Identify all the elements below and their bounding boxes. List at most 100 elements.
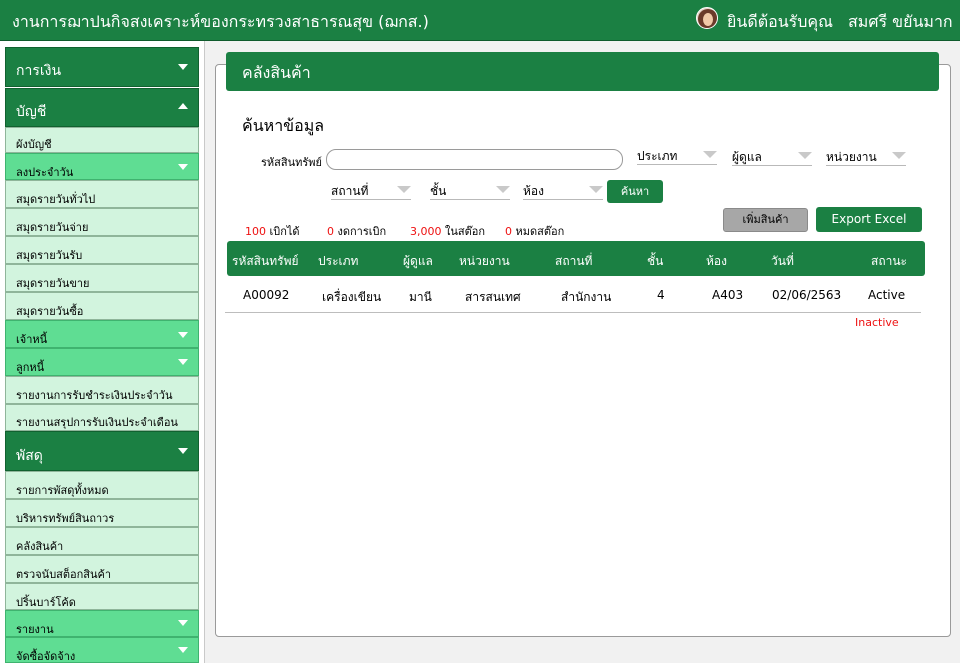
sidebar-item-warehouse[interactable]: คลังสินค้า	[5, 527, 199, 555]
sidebar-item-label: การเงิน	[16, 63, 62, 79]
cell-type: เครื่องเขียน	[322, 290, 382, 304]
dropdown-arrow-icon	[589, 186, 603, 193]
sidebar-item-label: พัสดุ	[16, 448, 43, 464]
sidebar-item-debtors[interactable]: ลูกหนี้	[5, 348, 199, 376]
unit-select-value: หน่วยงาน	[826, 150, 877, 164]
sidebar: การเงิน บัญชี ผังบัญชี ลงประจำวัน สมุดรา…	[0, 41, 205, 663]
sidebar-item-label: ตรวจนับสต็อกสินค้า	[16, 568, 112, 581]
stat-label: หมดสต๊อก	[515, 225, 565, 238]
unit-select[interactable]: หน่วยงาน	[826, 148, 906, 166]
sidebar-item-label: บริหารทรัพย์สินถาวร	[16, 512, 115, 525]
dropdown-arrow-icon	[798, 152, 812, 159]
stat-label: เบิกได้	[269, 225, 300, 238]
sidebar-item-durable-assets[interactable]: บริหารทรัพย์สินถาวร	[5, 499, 199, 527]
sidebar-item-label: รายงานการรับชำระเงินประจำวัน	[16, 389, 173, 402]
stat-suspended: 0 งดการเบิก	[327, 222, 386, 240]
status-option-inactive[interactable]: Inactive	[855, 316, 899, 329]
sidebar-item-daily-record[interactable]: ลงประจำวัน	[5, 153, 199, 180]
export-excel-button[interactable]: Export Excel	[816, 207, 922, 232]
sidebar-item-print-barcode[interactable]: ปริ้นบาร์โค้ด	[5, 583, 199, 610]
type-select-value: ประเภท	[637, 149, 678, 163]
sidebar-item-label: สมุดรายวันรับ	[16, 249, 83, 262]
sidebar-item-label: สมุดรายวันซื้อ	[16, 305, 84, 318]
sidebar-item-label: ผังบัญชี	[16, 138, 52, 151]
welcome-text: ยินดีต้อนรับคุณ	[727, 12, 833, 31]
chevron-down-icon	[178, 647, 188, 653]
sidebar-item-all-supplies[interactable]: รายการพัสดุทั้งหมด	[5, 471, 199, 499]
cell-custodian: มานี	[409, 290, 432, 304]
column-header[interactable]: วันที่	[771, 252, 794, 271]
stat-value: 0	[327, 225, 334, 238]
sidebar-item-stock-count[interactable]: ตรวจนับสต็อกสินค้า	[5, 555, 199, 583]
location-select-value: สถานที่	[331, 184, 369, 198]
stat-value: 3,000	[410, 225, 442, 238]
sidebar-item-finance[interactable]: การเงิน	[5, 47, 199, 87]
sidebar-item-sales-journal[interactable]: สมุดรายวันขาย	[5, 264, 199, 292]
column-header[interactable]: ประเภท	[318, 252, 358, 271]
page-title: คลังสินค้า	[242, 63, 311, 82]
column-header[interactable]: ห้อง	[706, 252, 727, 271]
type-select[interactable]: ประเภท	[637, 147, 717, 165]
chevron-down-icon	[178, 64, 188, 70]
column-header[interactable]: สถานที่	[555, 252, 592, 271]
sidebar-item-payment-journal[interactable]: สมุดรายวันจ่าย	[5, 208, 199, 236]
sidebar-item-chart-of-accounts[interactable]: ผังบัญชี	[5, 127, 199, 153]
cell-room: A403	[712, 288, 744, 302]
chevron-down-icon	[178, 620, 188, 626]
floor-select[interactable]: ชั้น	[430, 182, 510, 200]
column-header[interactable]: หน่วยงาน	[459, 252, 510, 271]
sidebar-item-label: จัดซื้อจัดจ้าง	[16, 650, 76, 663]
custodian-select[interactable]: ผู้ดูแล	[732, 148, 812, 166]
sidebar-item-general-journal[interactable]: สมุดรายวันทั่วไป	[5, 180, 199, 208]
sidebar-item-label: คลังสินค้า	[16, 540, 64, 553]
location-select[interactable]: สถานที่	[331, 182, 411, 200]
chevron-down-icon	[178, 448, 188, 454]
cell-asset-code: A00092	[243, 288, 290, 302]
sidebar-item-label: รายงานสรุปการรับเงินประจำเดือน	[16, 416, 178, 429]
cell-date: 02/06/2563	[772, 288, 842, 302]
user-name[interactable]: สมศรี ขยันมาก	[848, 10, 953, 35]
column-header[interactable]: สถานะ	[871, 252, 907, 271]
chevron-down-icon	[178, 332, 188, 338]
sidebar-item-supplies[interactable]: พัสดุ	[5, 431, 199, 471]
sidebar-item-label: สมุดรายวันจ่าย	[16, 221, 89, 234]
chevron-down-icon	[178, 359, 188, 365]
sidebar-item-label: บัญชี	[16, 104, 47, 120]
sidebar-item-label: ปริ้นบาร์โค้ด	[16, 596, 76, 609]
add-item-button[interactable]: เพิ่มสินค้า	[723, 208, 808, 232]
chevron-up-icon	[178, 103, 188, 109]
avatar[interactable]	[696, 7, 718, 29]
cell-unit: สารสนเทศ	[465, 290, 521, 304]
sidebar-item-label: เจ้าหนี้	[16, 333, 48, 346]
top-bar: งานการฌาปนกิจสงเคราะห์ของกระทรวงสาธารณสุ…	[0, 0, 960, 41]
sidebar-item-receipt-journal[interactable]: สมุดรายวันรับ	[5, 236, 199, 264]
sidebar-item-label: ลงประจำวัน	[16, 166, 74, 179]
asset-code-input[interactable]	[326, 149, 623, 170]
cell-location: สำนักงาน	[561, 290, 612, 304]
sidebar-item-label: สมุดรายวันขาย	[16, 277, 90, 290]
sidebar-item-reports[interactable]: รายงาน	[5, 610, 199, 637]
sidebar-item-label: สมุดรายวันทั่วไป	[16, 193, 96, 206]
column-header[interactable]: ชั้น	[647, 252, 663, 271]
column-header[interactable]: รหัสสินทรัพย์	[232, 252, 299, 271]
panel-header: คลังสินค้า	[226, 52, 939, 91]
sidebar-item-creditors[interactable]: เจ้าหนี้	[5, 320, 199, 348]
table-header: รหัสสินทรัพย์ ประเภท ผู้ดูแล หน่วยงาน สถ…	[227, 241, 925, 276]
sidebar-item-monthly-summary-report[interactable]: รายงานสรุปการรับเงินประจำเดือน	[5, 404, 199, 431]
sidebar-item-purchase-journal[interactable]: สมุดรายวันซื้อ	[5, 292, 199, 320]
stat-label: งดการเบิก	[337, 225, 387, 238]
dropdown-arrow-icon	[496, 186, 510, 193]
column-header[interactable]: ผู้ดูแล	[403, 252, 433, 271]
stat-in-stock: 3,000 ในสต๊อก	[410, 222, 485, 240]
search-button[interactable]: ค้นหา	[607, 180, 663, 203]
sidebar-item-accounting[interactable]: บัญชี	[5, 88, 199, 127]
cell-status[interactable]: Active	[868, 288, 905, 302]
sidebar-item-daily-payment-report[interactable]: รายงานการรับชำระเงินประจำวัน	[5, 376, 199, 404]
dropdown-arrow-icon	[892, 152, 906, 159]
row-divider	[225, 312, 921, 313]
room-select-value: ห้อง	[523, 184, 544, 198]
room-select[interactable]: ห้อง	[523, 182, 603, 200]
sidebar-item-procurement[interactable]: จัดซื้อจัดจ้าง	[5, 637, 199, 663]
main-content: คลังสินค้า ค้นหาข้อมูล รหัสสินทรัพย์ ประ…	[205, 41, 960, 663]
floor-select-value: ชั้น	[430, 184, 447, 198]
